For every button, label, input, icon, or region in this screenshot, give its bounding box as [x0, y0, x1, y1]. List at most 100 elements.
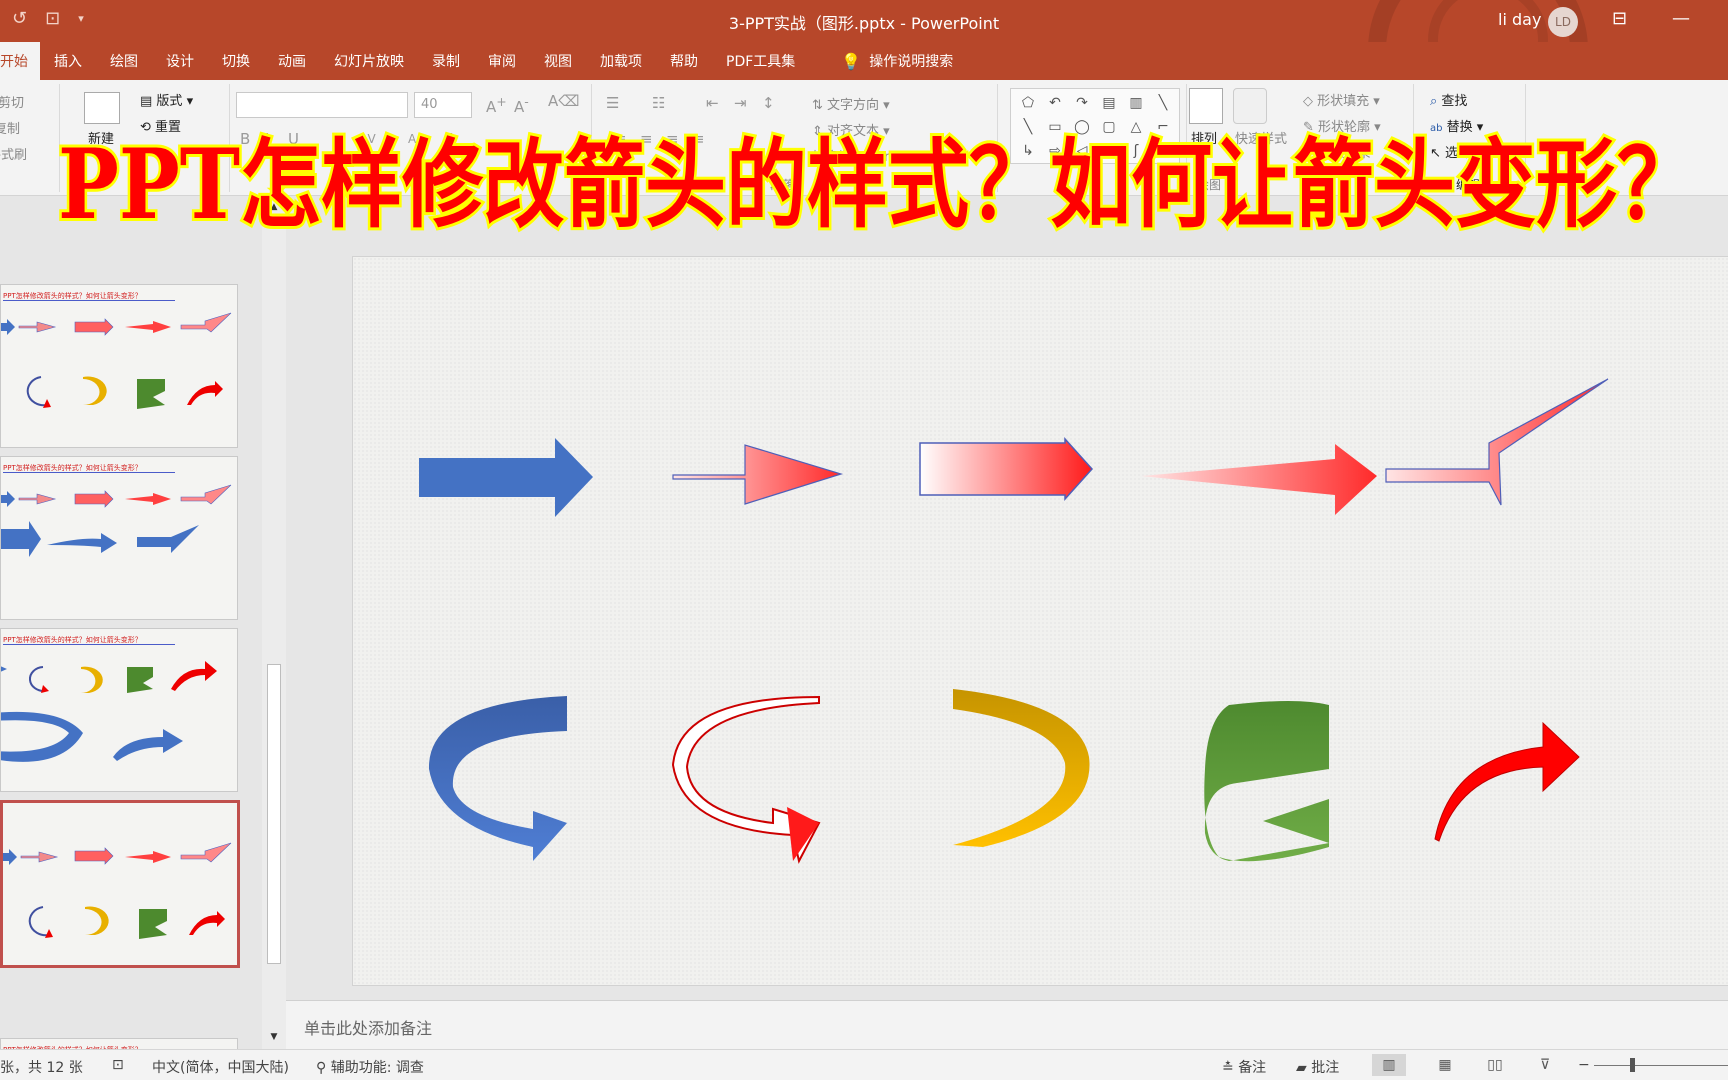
shape-icon[interactable]: ⌐	[1152, 116, 1174, 139]
quick-styles-icon[interactable]	[1233, 88, 1267, 124]
numbering-icon[interactable]: ☷	[652, 94, 665, 112]
copy-button[interactable]: 复制	[0, 118, 20, 137]
reading-view-icon[interactable]: ▯▯	[1478, 1054, 1512, 1076]
tab-insert[interactable]: 插入	[40, 42, 96, 80]
shape-icon[interactable]: ⌒	[1152, 140, 1174, 163]
shape-icon[interactable]: ↳	[1017, 140, 1039, 163]
align-text-button[interactable]: ⇕ 对齐文本 ▾	[812, 120, 890, 139]
tab-view[interactable]: 视图	[530, 42, 586, 80]
notes-button[interactable]: ≛ 备注	[1222, 1057, 1266, 1077]
shape-effects-button[interactable]: ◌ 形状效果	[1303, 142, 1371, 161]
grow-font-icon[interactable]: A+	[486, 94, 507, 116]
font-size-field[interactable]: 40	[414, 92, 472, 118]
tab-home[interactable]: 开始	[0, 42, 40, 80]
replace-button[interactable]: ab 替换 ▾	[1430, 116, 1483, 135]
language-status[interactable]: 中文(简体，中国大陆)	[152, 1057, 289, 1077]
shape-icon[interactable]: ↷	[1071, 92, 1093, 115]
notes-pane[interactable]: 单击此处添加备注	[286, 1000, 1728, 1049]
user-name[interactable]: li day	[1498, 10, 1541, 29]
tab-animations[interactable]: 动画	[264, 42, 320, 80]
shape-icon[interactable]: ╲	[1017, 116, 1039, 139]
shape-icon[interactable]: ʃ	[1125, 140, 1147, 163]
shape-icon[interactable]: ◯	[1071, 116, 1093, 139]
slide-thumbnail-current[interactable]	[0, 800, 240, 968]
clear-format-icon[interactable]: A⌫	[548, 92, 579, 110]
increase-indent-icon[interactable]: ⇥	[734, 94, 747, 112]
scroll-down-icon[interactable]: ▼	[266, 1030, 282, 1044]
tab-design[interactable]: 设计	[152, 42, 208, 80]
justify-icon[interactable]: ≡	[692, 130, 705, 148]
format-painter-button[interactable]: 格式刷	[0, 144, 27, 163]
align-center-icon[interactable]: ≡	[640, 130, 653, 148]
tab-help[interactable]: 帮助	[656, 42, 712, 80]
shape-icon[interactable]: ⬠	[1017, 92, 1039, 115]
shrink-font-icon[interactable]: A-	[514, 94, 529, 116]
minimize-icon[interactable]: —	[1672, 8, 1690, 29]
shape-icon[interactable]: ▭	[1044, 116, 1066, 139]
shape-icon[interactable]: ↶	[1044, 92, 1066, 115]
shape-outline-button[interactable]: ✎ 形状轮廓 ▾	[1303, 116, 1381, 135]
tab-transitions[interactable]: 切换	[208, 42, 264, 80]
shapes-gallery[interactable]: ⬠ ↶ ↷ ▤ ▥ ╲ ╲ ▭ ◯ ▢ △ ⌐ ↳ ⇨ ◁ ⬡ ʃ ⌒	[1010, 88, 1180, 164]
shape-icon[interactable]: ◁	[1071, 140, 1093, 163]
zoom-slider[interactable]	[1594, 1065, 1728, 1066]
shape-icon[interactable]: ╲	[1152, 92, 1174, 115]
new-slide-icon[interactable]	[84, 92, 120, 124]
reset-button[interactable]: ⟲ 重置	[140, 116, 181, 135]
char-spacing-icon[interactable]: AV	[360, 132, 376, 146]
scroll-up-icon[interactable]: ▲	[266, 200, 282, 214]
shape-icon[interactable]: ▥	[1125, 92, 1147, 115]
shape-icon[interactable]: ⇨	[1044, 140, 1066, 163]
smartart-button[interactable]: 转换为 SmartArt	[812, 146, 914, 165]
shape-icon[interactable]: ▤	[1098, 92, 1120, 115]
bold-icon[interactable]: B	[240, 130, 250, 148]
arrange-button[interactable]: 排列	[1191, 128, 1217, 147]
layout-button[interactable]: ▤ 版式 ▾	[140, 90, 193, 109]
shape-icon[interactable]: ▢	[1098, 116, 1120, 139]
find-button[interactable]: ⌕ 查找	[1430, 90, 1467, 109]
bullets-icon[interactable]: ☰	[606, 94, 619, 112]
normal-view-icon[interactable]: ▥	[1372, 1054, 1406, 1076]
zoom-slider-thumb[interactable]	[1630, 1058, 1635, 1072]
underline-icon[interactable]: U	[288, 130, 299, 148]
tab-record[interactable]: 录制	[418, 42, 474, 80]
comments-button[interactable]: ▰ 批注	[1296, 1057, 1339, 1077]
spell-check-icon[interactable]: ⊡	[112, 1057, 124, 1073]
accessibility-status[interactable]: ⚲ 辅助功能: 调查	[316, 1057, 424, 1077]
shape-icon[interactable]: ⬡	[1098, 140, 1120, 163]
tab-slideshow[interactable]: 幻灯片放映	[320, 42, 418, 80]
tab-pdf-tools[interactable]: PDF工具集	[712, 42, 809, 80]
thumbnail-scrollbar[interactable]: ▲ ▼	[262, 196, 286, 1049]
tab-addins[interactable]: 加载项	[586, 42, 656, 80]
select-button[interactable]: ↖ 选择	[1430, 142, 1471, 161]
shape-fill-button[interactable]: ◇ 形状填充 ▾	[1303, 90, 1380, 109]
restore-icon[interactable]: ⊟	[1612, 8, 1627, 29]
tell-me-label: 操作说明搜索	[869, 54, 954, 70]
slide-thumbnail[interactable]: PPT怎样修改箭头的样式？如何让箭头变形？	[0, 456, 238, 620]
shape-icon[interactable]: △	[1125, 116, 1147, 139]
slide-thumbnail[interactable]: PPT怎样修改箭头的样式？如何让箭头变形？	[0, 628, 238, 792]
new-slide-button[interactable]: 新建	[88, 128, 114, 147]
decrease-indent-icon[interactable]: ⇤	[706, 94, 719, 112]
tell-me-search[interactable]: 💡 操作说明搜索	[827, 42, 967, 80]
current-slide[interactable]	[352, 256, 1728, 986]
font-name-field[interactable]	[236, 92, 408, 118]
zoom-out-icon[interactable]: −	[1578, 1057, 1590, 1073]
slideshow-view-icon[interactable]: ⊽	[1528, 1054, 1562, 1076]
tab-draw[interactable]: 绘图	[96, 42, 152, 80]
line-spacing-icon[interactable]: ↕	[762, 94, 775, 112]
cut-button[interactable]: 剪切	[0, 92, 24, 111]
avatar[interactable]: LD	[1548, 7, 1578, 37]
align-right-icon[interactable]: ≡	[666, 130, 679, 148]
scroll-thumb[interactable]	[267, 664, 281, 964]
change-case-icon[interactable]: Aa	[408, 132, 424, 146]
align-left-icon[interactable]: ≡	[614, 130, 627, 148]
slide-sorter-icon[interactable]: ▦	[1428, 1054, 1462, 1076]
tab-review[interactable]: 审阅	[474, 42, 530, 80]
text-direction-button[interactable]: ⇅ 文字方向 ▾	[812, 94, 890, 113]
slide-thumbnail[interactable]: PPT怎样修改箭头的样式？如何让箭头变形？	[0, 284, 238, 448]
font-color-icon[interactable]: A	[446, 130, 456, 148]
arrange-icon[interactable]	[1189, 88, 1223, 124]
quick-styles-button[interactable]: 快速样式	[1235, 128, 1287, 147]
italic-icon[interactable]: I	[264, 130, 268, 148]
